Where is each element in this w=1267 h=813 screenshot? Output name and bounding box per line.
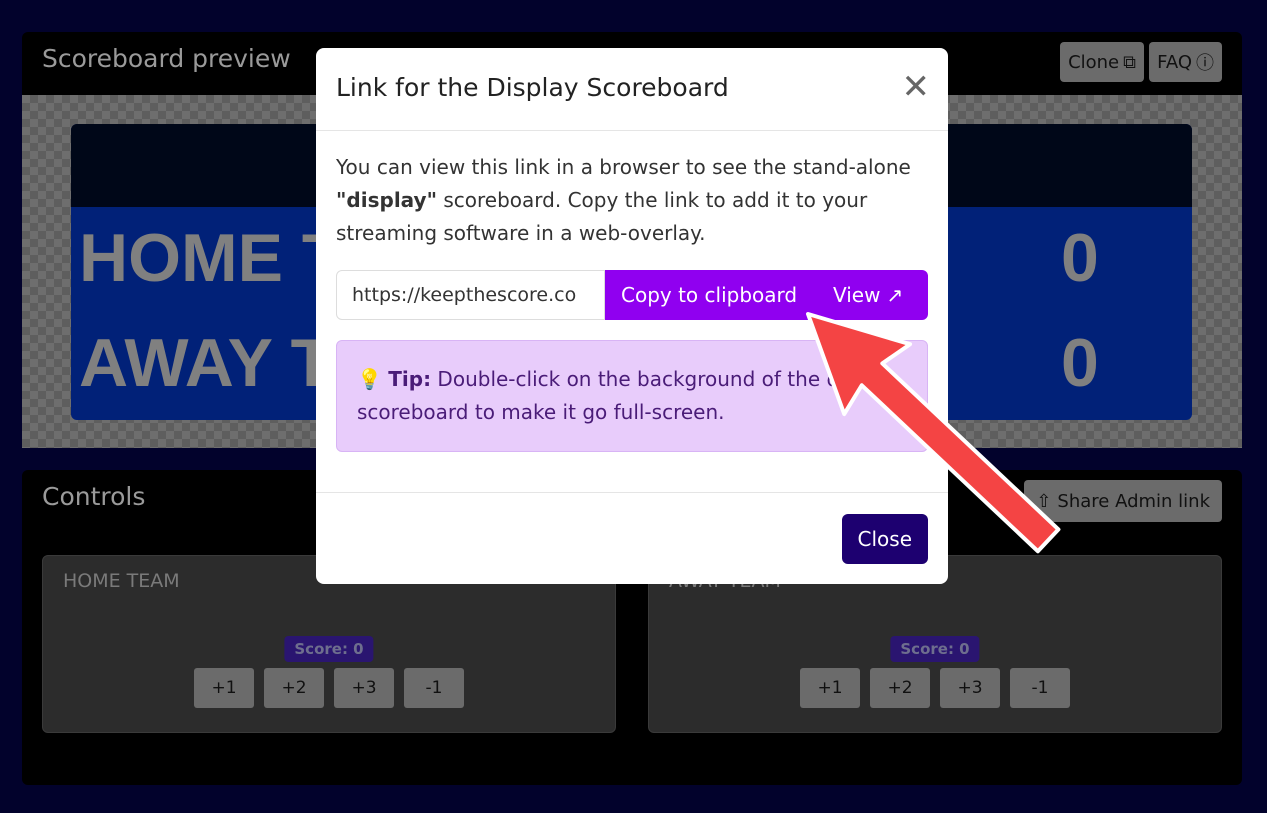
annotation-arrow [806,312,1061,554]
arrow-icon [806,312,1061,554]
